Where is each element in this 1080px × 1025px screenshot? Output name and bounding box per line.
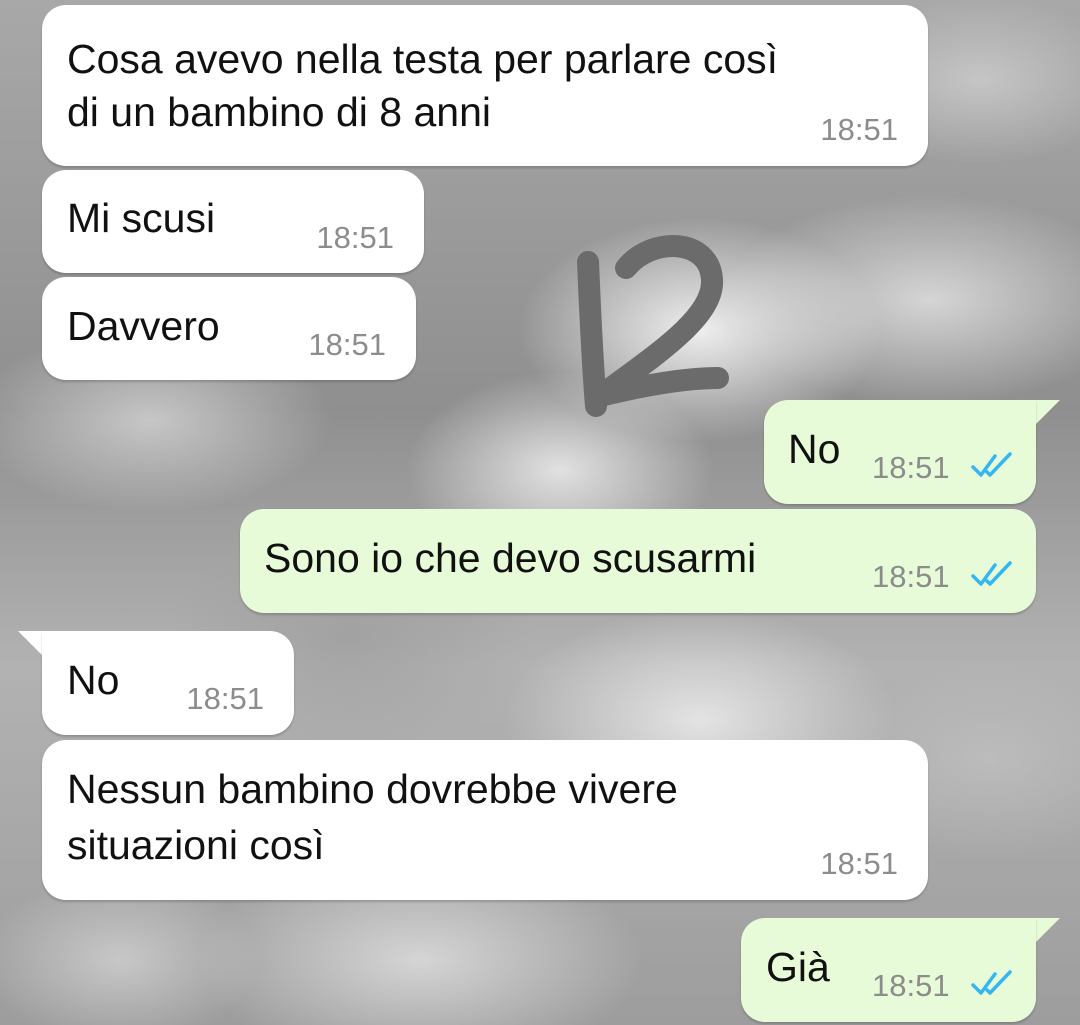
bubble-tail bbox=[1034, 918, 1060, 944]
message-bubble-incoming[interactable]: Cosa avevo nella testa per parlare così … bbox=[42, 5, 928, 166]
double-check-icon bbox=[971, 561, 1012, 586]
message-text: Nessun bambino dovrebbe vivere bbox=[67, 766, 678, 812]
message-time: 18:51 bbox=[316, 220, 394, 255]
message-text: No bbox=[788, 426, 841, 472]
message-bubble-incoming[interactable]: Davvero 18:51 bbox=[42, 277, 416, 380]
message-bubble-outgoing[interactable]: Già 18:51 bbox=[741, 918, 1036, 1022]
message-time: 18:51 bbox=[872, 968, 950, 1003]
message-bubble-incoming[interactable]: Mi scusi 18:51 bbox=[42, 170, 424, 273]
double-check-icon bbox=[971, 970, 1012, 995]
message-text: situazioni così bbox=[67, 822, 325, 868]
message-text: Mi scusi bbox=[67, 195, 216, 241]
message-bubble-outgoing[interactable]: Sono io che devo scusarmi 18:51 bbox=[240, 509, 1036, 613]
bubble-tail bbox=[1034, 400, 1060, 426]
message-text: di un bambino di 8 anni bbox=[67, 89, 491, 135]
message-bubble-outgoing[interactable]: No 18:51 bbox=[764, 400, 1036, 504]
double-check-icon bbox=[971, 452, 1012, 477]
message-text: Sono io che devo scusarmi bbox=[264, 535, 757, 581]
handwritten-annotation: 12 bbox=[560, 228, 729, 417]
message-time: 18:51 bbox=[820, 846, 898, 881]
bubble-tail bbox=[18, 631, 44, 657]
message-time: 18:51 bbox=[820, 112, 898, 147]
message-text: Cosa avevo nella testa per parlare così bbox=[67, 36, 779, 82]
message-text: Già bbox=[766, 944, 830, 990]
message-text: No bbox=[67, 657, 120, 703]
message-bubble-incoming[interactable]: Nessun bambino dovrebbe vivere situazion… bbox=[42, 740, 928, 900]
message-time: 18:51 bbox=[186, 681, 264, 716]
message-time: 18:51 bbox=[308, 327, 386, 362]
message-time: 18:51 bbox=[872, 450, 950, 485]
message-text: Davvero bbox=[67, 303, 220, 349]
message-time: 18:51 bbox=[872, 559, 950, 594]
message-bubble-incoming[interactable]: No 18:51 bbox=[42, 631, 294, 735]
annotation-text: 12 bbox=[560, 228, 562, 229]
